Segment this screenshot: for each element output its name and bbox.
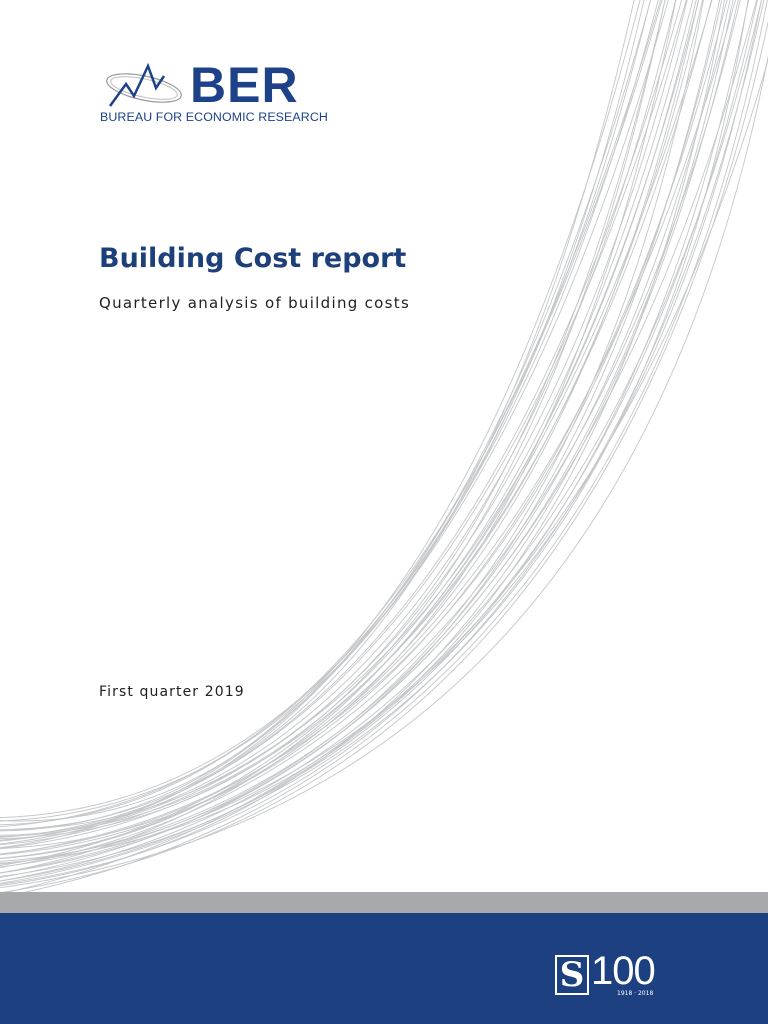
decorative-curve: [0, 0, 768, 898]
grey-band: [0, 892, 768, 913]
decorative-curve: [0, 0, 666, 840]
decorative-curve: [0, 58, 768, 895]
s-logo-mark: S: [555, 955, 589, 995]
ber-logo: BER BUREAU FOR ECONOMIC RESEARCH: [100, 57, 328, 126]
decorative-curve: [0, 0, 765, 885]
centenary-number: 100: [591, 949, 656, 993]
decorative-curve: [0, 20, 768, 894]
decorative-curve: [0, 0, 725, 864]
decorative-curve: [0, 0, 750, 877]
report-period: First quarter 2019: [99, 684, 245, 700]
decorative-curve: [0, 0, 662, 836]
decorative-curve: [0, 0, 677, 849]
decorative-curve: [0, 0, 749, 884]
decorative-curve: [0, 0, 669, 849]
decorative-curves: [0, 0, 768, 898]
decorative-curve: [0, 0, 666, 831]
logo-acronym: BER: [190, 57, 299, 113]
decorative-curve: [0, 0, 734, 878]
decorative-curve: [0, 0, 758, 882]
centenary-logo: S 100 1918 · 2018: [555, 949, 675, 997]
decorative-curve: [0, 0, 762, 882]
mountain-swoosh-icon: [106, 62, 182, 107]
centenary-years: 1918 · 2018: [617, 990, 654, 997]
report-title: Building Cost report: [99, 243, 407, 274]
decorative-curve: [0, 0, 683, 842]
decorative-curve: [0, 0, 700, 859]
logo-name: BUREAU FOR ECONOMIC RESEARCH: [100, 110, 328, 124]
decorative-curve: [0, 0, 739, 886]
decorative-curve: [0, 0, 741, 868]
decorative-curve: [0, 54, 768, 889]
report-subtitle: Quarterly analysis of building costs: [99, 294, 411, 312]
decorative-curve: [0, 0, 762, 874]
decorative-curve: [0, 0, 758, 874]
decorative-curve: [0, 0, 697, 845]
decorative-curve: [0, 0, 651, 827]
